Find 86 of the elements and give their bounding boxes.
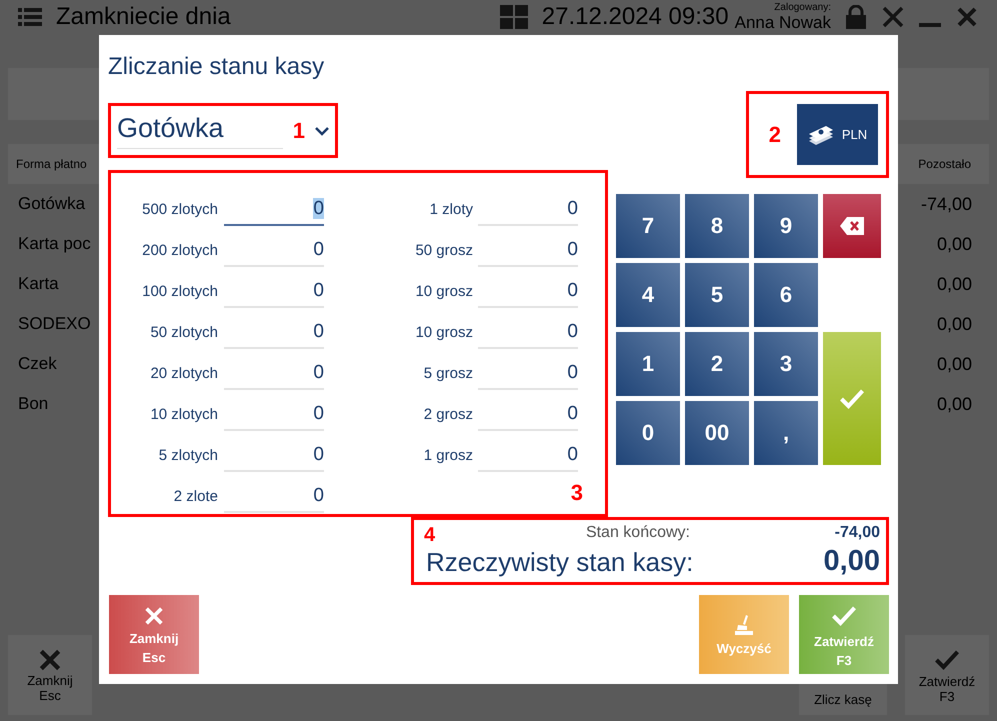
keypad-key[interactable]: 1 — [616, 332, 680, 396]
keypad-key[interactable]: 3 — [754, 332, 818, 396]
denomination-label: 200 zlotych — [141, 242, 218, 261]
table-cell: Gotówka — [18, 194, 86, 214]
keypad-key[interactable]: 0 — [616, 401, 680, 465]
table-cell: 0,00 — [936, 354, 972, 374]
denomination-label: 1 grosz — [422, 447, 473, 466]
banknotes-icon — [808, 124, 834, 146]
expected-label: Stan końcowy: — [586, 524, 690, 542]
table-cell: Czek — [18, 354, 57, 374]
table-cell: Bon — [18, 394, 48, 414]
count-field[interactable]: 0 — [478, 403, 578, 431]
expected-amount: -74,00 — [834, 524, 880, 542]
backspace-key[interactable] — [823, 194, 881, 258]
count-field[interactable]: 0 — [478, 198, 578, 226]
grid-icon[interactable] — [500, 5, 528, 29]
keypad-key[interactable]: 8 — [685, 194, 749, 258]
denomination-label: 500 zlotych — [141, 201, 218, 220]
count-field[interactable]: 0 — [478, 239, 578, 267]
count-field[interactable]: 0 — [478, 444, 578, 472]
backspace-icon — [840, 217, 864, 235]
broom-icon — [732, 613, 756, 637]
table-cell: Karta — [18, 274, 59, 294]
annotation-number: 4 — [424, 524, 436, 547]
count-field[interactable]: 0 — [224, 321, 324, 349]
table-cell: 0,00 — [936, 274, 972, 294]
denomination-label: 5 grosz — [422, 365, 473, 384]
table-cell: -74,00 — [920, 194, 972, 214]
denomination-label: 10 zlotych — [149, 406, 218, 425]
table-cell: Karta poc — [18, 234, 91, 254]
keypad-key[interactable]: 9 — [754, 194, 818, 258]
payment-method-dropdown[interactable]: Gotówka — [117, 112, 283, 148]
date-time: 27.12.2024 09:30 — [542, 3, 729, 31]
column-header: Pozostało — [918, 157, 971, 171]
table-cell: 0,00 — [936, 314, 972, 334]
annotation-number: 1 — [292, 118, 305, 144]
count-field[interactable]: 0 — [478, 280, 578, 308]
column-header: Forma płatno — [16, 157, 87, 171]
denomination-label: 5 zlotych — [158, 447, 218, 466]
count-field[interactable]: 0 — [478, 362, 578, 390]
count-button[interactable]: Zlicz kasę — [799, 683, 887, 715]
denomination-label: 50 grosz — [414, 242, 473, 261]
actual-amount: 0,00 — [822, 545, 880, 578]
chevron-icon[interactable] — [315, 126, 329, 136]
keypad-key[interactable]: 00 — [685, 401, 749, 465]
close-icon — [143, 604, 165, 626]
dialog-title: Zliczanie stanu kasy — [108, 53, 326, 82]
confirm-button[interactable]: Zatwierdź F3 — [905, 635, 989, 715]
screen-title: Zamkniecie dnia — [56, 3, 231, 31]
currency-button[interactable]: PLN — [797, 104, 878, 165]
count-field[interactable]: 0 — [224, 280, 324, 308]
denomination-label: 50 zlotych — [149, 324, 218, 343]
keypad-key[interactable]: 6 — [754, 263, 818, 327]
denomination-label: 1 zloty — [428, 201, 473, 220]
annotation-number: 3 — [570, 480, 583, 506]
count-field[interactable]: 0 — [478, 321, 578, 349]
denomination-label: 100 zlotych — [141, 283, 218, 302]
denomination-label: 2 zlote — [172, 488, 218, 507]
count-field[interactable]: 0 — [224, 239, 324, 267]
table-cell: 0,00 — [936, 394, 972, 414]
denomination-label: 10 grosz — [414, 324, 473, 343]
table-cell: 0,00 — [936, 234, 972, 254]
close-icon — [955, 5, 979, 29]
count-field[interactable]: 0 — [224, 403, 324, 431]
close-button[interactable]: Zamknij Esc — [109, 595, 199, 674]
count-field[interactable]: 0 — [224, 444, 324, 472]
count-field[interactable]: 0 — [224, 362, 324, 390]
keypad-key[interactable]: , — [754, 401, 818, 465]
denomination-label: 20 zlotych — [149, 365, 218, 384]
keypad-key[interactable]: 7 — [616, 194, 680, 258]
count-field[interactable]: 0 — [224, 485, 324, 513]
login-label: Zalogowany: — [774, 2, 831, 12]
keypad-key[interactable]: 5 — [685, 263, 749, 327]
keypad-key[interactable]: 4 — [616, 263, 680, 327]
close-button[interactable]: Zamknij Esc — [8, 635, 92, 715]
denomination-label: 10 grosz — [414, 283, 473, 302]
user-name: Anna Nowak — [734, 12, 831, 32]
lock-icon[interactable] — [845, 5, 867, 29]
menu-icon[interactable] — [18, 7, 42, 27]
close-icon — [37, 647, 63, 673]
denomination-label: 2 grosz — [422, 406, 473, 425]
actual-label: Rzeczywisty stan kasy: — [426, 547, 694, 578]
annotation-number: 2 — [768, 122, 781, 148]
count-field[interactable]: 0 — [224, 198, 324, 226]
table-cell: SODEXO — [18, 314, 91, 334]
keypad-key[interactable]: 2 — [685, 332, 749, 396]
